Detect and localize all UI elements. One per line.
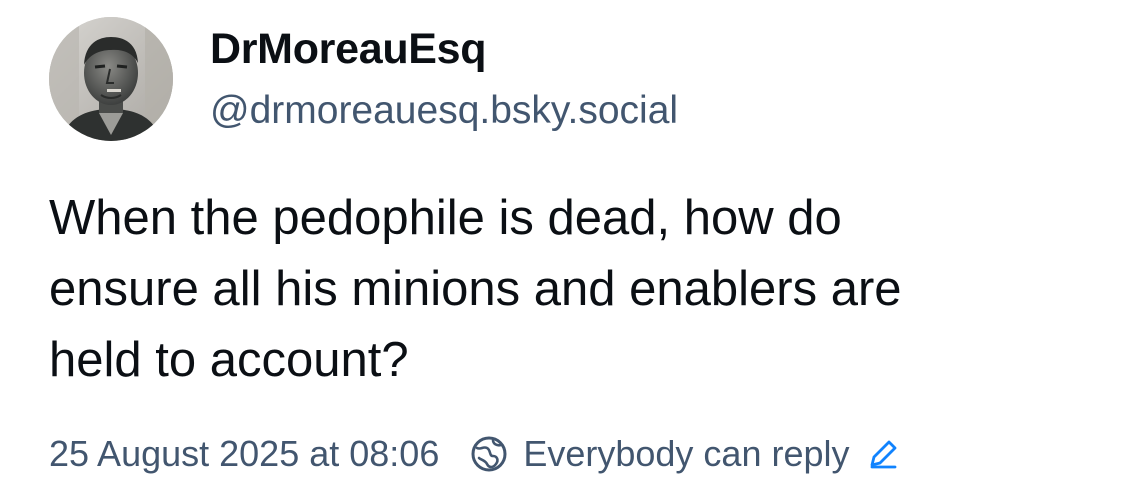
post-text: When the pedophile is dead, how do ensur… <box>49 191 902 387</box>
statue-portrait-icon <box>49 17 173 141</box>
globe-icon <box>469 434 509 474</box>
post-meta: 25 August 2025 at 08:06 Everybody can re… <box>49 428 900 480</box>
pencil-icon[interactable] <box>866 437 900 471</box>
post-card: DrMoreauEsq @drmoreauesq.bsky.social Whe… <box>0 0 1125 495</box>
post-timestamp[interactable]: 25 August 2025 at 08:06 <box>49 433 439 475</box>
author-avatar[interactable] <box>49 17 173 141</box>
reply-setting-label: Everybody can reply <box>523 433 850 474</box>
reply-setting-button[interactable]: Everybody can reply <box>469 433 899 475</box>
author-display-name[interactable]: DrMoreauEsq <box>210 25 487 73</box>
author-handle[interactable]: @drmoreauesq.bsky.social <box>210 89 678 133</box>
